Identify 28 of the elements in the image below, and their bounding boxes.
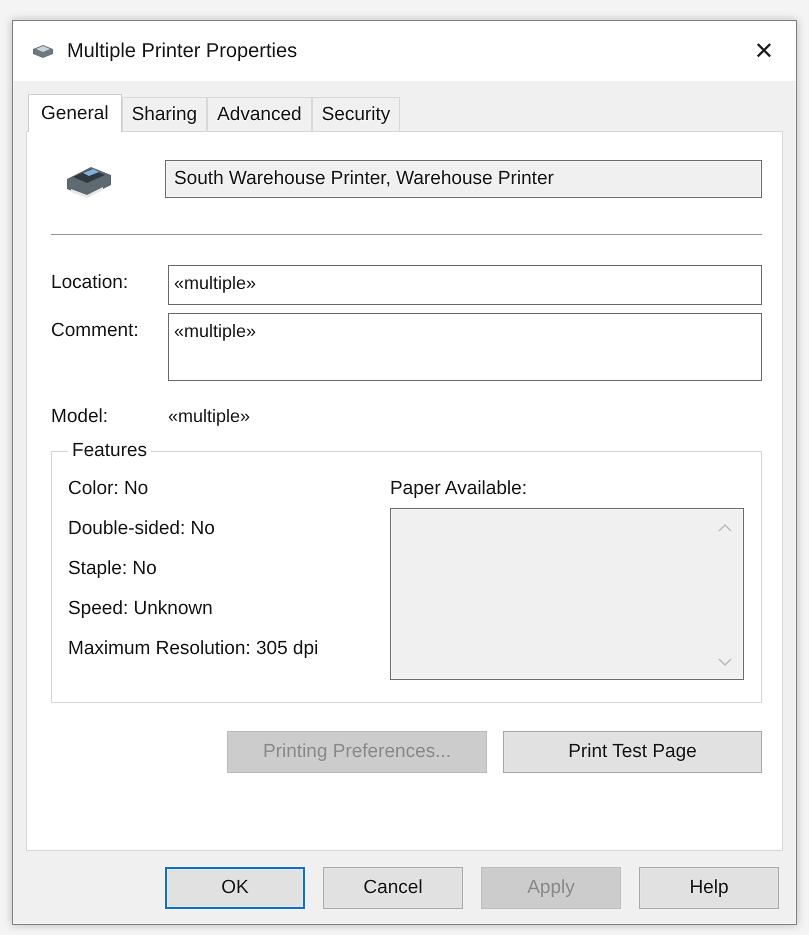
dialog-button[interactable]: Help xyxy=(639,867,779,909)
paper-list[interactable] xyxy=(390,508,744,680)
feature-text: Double-sided: No xyxy=(68,518,216,540)
dialog-button[interactable]: OK xyxy=(165,867,305,909)
tab[interactable]: Security xyxy=(312,97,400,131)
chevron-down-icon[interactable] xyxy=(718,658,732,667)
location-field[interactable]: «multiple» xyxy=(168,265,762,305)
model-value: «multiple» xyxy=(168,405,250,428)
tab[interactable]: Sharing xyxy=(122,97,208,131)
paper-label: Paper Available: xyxy=(390,478,528,500)
printer-names-field[interactable]: South Warehouse Printer, Warehouse Printer xyxy=(165,160,762,198)
feature-text: Speed: Unknown xyxy=(68,598,214,620)
field-label: Location: xyxy=(51,271,130,294)
feature-text: Staple: No xyxy=(68,558,158,580)
feature-text: Color: No xyxy=(68,478,150,500)
dialog-button[interactable]: Cancel xyxy=(323,867,463,909)
panel-button[interactable]: Print Test Page xyxy=(503,731,762,773)
printer-icon xyxy=(31,43,55,59)
window-title: Multiple Printer Properties xyxy=(67,40,298,62)
tab[interactable]: General xyxy=(28,94,122,132)
model-label: Model: xyxy=(51,405,110,428)
tab[interactable]: Advanced xyxy=(207,97,312,131)
comment-field[interactable]: «multiple» xyxy=(168,313,762,381)
feature-text: Maximum Resolution: 305 dpi xyxy=(68,638,320,660)
close-button[interactable]: ✕ xyxy=(744,33,784,69)
field-label: Comment: xyxy=(51,319,140,342)
chevron-up-icon[interactable] xyxy=(718,523,732,532)
group-title: Features xyxy=(71,440,148,462)
